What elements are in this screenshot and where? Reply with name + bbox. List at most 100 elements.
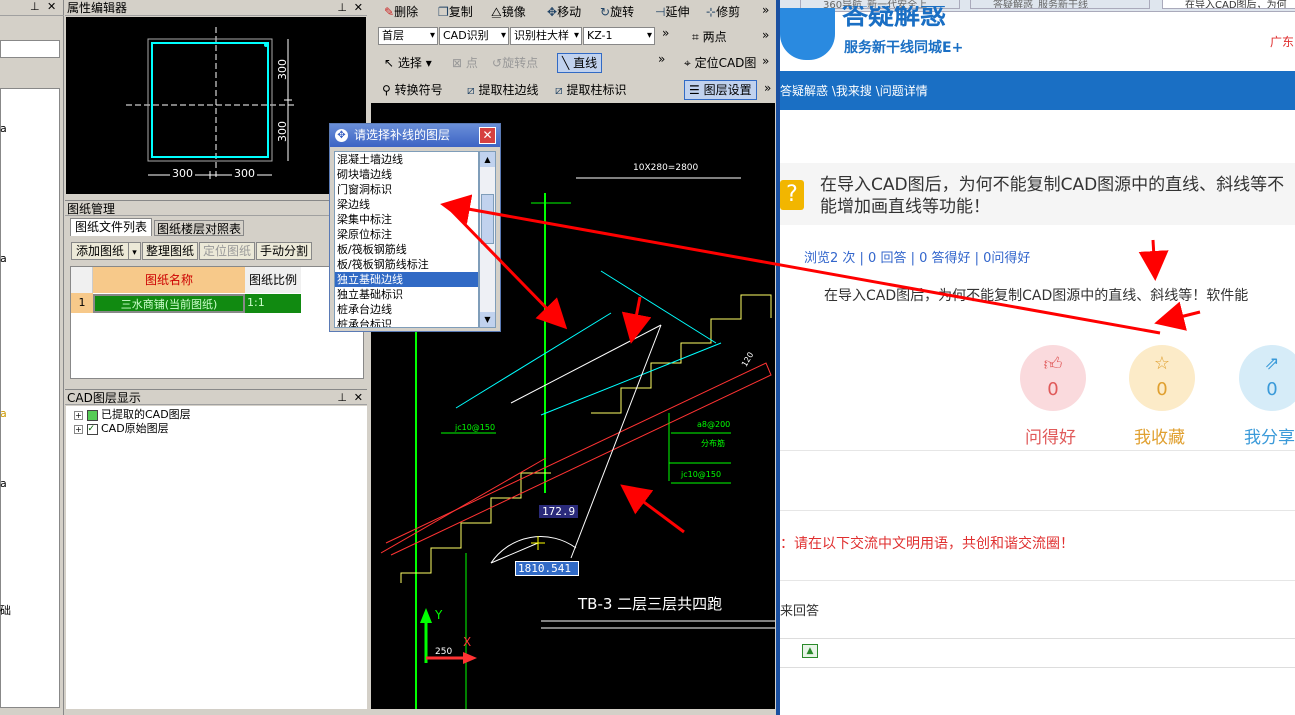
- list-item-selected[interactable]: 独立基础边线: [335, 272, 478, 287]
- tree-item-extracted[interactable]: + 已提取的CAD图层: [74, 408, 191, 422]
- tree-item-original[interactable]: + ✓ CAD原始图层: [74, 422, 169, 436]
- toolbar-overflow-icon[interactable]: »: [762, 27, 769, 43]
- toolbar-overflow-icon[interactable]: »: [662, 25, 669, 41]
- list-item[interactable]: 桩承台标识: [335, 317, 478, 327]
- list-item[interactable]: 板/筏板钢筋线标注: [335, 257, 478, 272]
- cursor-icon: ↖: [384, 56, 395, 70]
- kz-select[interactable]: KZ-1: [583, 27, 655, 45]
- ask-good-label[interactable]: 问得好: [1025, 423, 1076, 448]
- mirror-button[interactable]: ⧋镜像: [491, 4, 526, 20]
- pin-icon[interactable]: ⊥: [30, 0, 40, 13]
- line-button[interactable]: ╲ 直线: [557, 53, 603, 73]
- left-strip-char-1: a: [0, 122, 7, 135]
- trim-button[interactable]: ⊹修剪: [706, 4, 740, 20]
- favorite-button[interactable]: ☆ 0: [1129, 345, 1195, 411]
- favorite-label[interactable]: 我收藏: [1134, 423, 1185, 448]
- cad-hscroll[interactable]: [371, 709, 775, 715]
- tab-floor-map[interactable]: 图纸楼层对照表: [154, 220, 244, 236]
- expand-icon[interactable]: +: [74, 425, 83, 434]
- convert-symbol-button[interactable]: ⚲ 转换符号: [382, 82, 443, 98]
- rotate-button[interactable]: ↻旋转: [600, 4, 634, 20]
- checked-checkbox-icon[interactable]: ✓: [86, 423, 98, 435]
- list-item[interactable]: 梁边线: [335, 197, 478, 212]
- toolbar-overflow-icon[interactable]: »: [762, 2, 769, 18]
- floor-select[interactable]: 首层: [378, 27, 438, 45]
- add-drawing-button[interactable]: 添加图纸: [71, 242, 129, 260]
- scroll-down-icon[interactable]: ▼: [480, 312, 495, 327]
- table-header-scale[interactable]: 图纸比例: [245, 267, 301, 293]
- web-page: 360导航_新一代安全上 答疑解惑_服务新干线 在导入CAD图后，为何 答疑解惑…: [780, 0, 1295, 715]
- list-item[interactable]: 梁集中标注: [335, 212, 478, 227]
- table-row-name[interactable]: 三水商铺(当前图纸): [93, 294, 245, 313]
- cad-rebar-tag-4: jc10@150: [681, 470, 722, 479]
- layer-icon: ☰: [689, 83, 700, 97]
- extract-column-label-button[interactable]: ⧄ 提取柱标识: [555, 82, 626, 98]
- list-item[interactable]: 混凝土墙边线: [335, 152, 478, 167]
- table-row-scale[interactable]: 1:1: [245, 294, 301, 313]
- dialog-titlebar[interactable]: ✥ 请选择补线的图层 ✕: [330, 124, 500, 147]
- organize-drawing-button[interactable]: 整理图纸: [142, 242, 198, 260]
- manual-split-button[interactable]: 手动分割: [256, 242, 312, 260]
- rotate-point-icon: ↺: [492, 56, 503, 70]
- ask-good-button[interactable]: 👍︎ 0: [1020, 345, 1086, 411]
- close-icon[interactable]: ✕: [479, 127, 496, 144]
- tab-file-list[interactable]: 图纸文件列表: [70, 218, 152, 236]
- close-icon[interactable]: ✕: [354, 0, 363, 16]
- expand-icon[interactable]: +: [74, 411, 83, 420]
- toolbar-overflow-icon[interactable]: »: [658, 51, 665, 67]
- locate-drawing-button[interactable]: 定位图纸: [199, 242, 255, 260]
- region-label[interactable]: 广东: [1270, 33, 1294, 50]
- checkbox-icon[interactable]: [86, 409, 98, 421]
- question-body: 在导入CAD图后，为何不能复制CAD图源中的直线、斜线等！软件能: [824, 288, 1249, 304]
- image-insert-icon[interactable]: ▲: [802, 644, 818, 658]
- recog-column-select[interactable]: 识别柱大样: [510, 27, 582, 45]
- add-drawing-dropdown-button[interactable]: ▾: [128, 242, 141, 260]
- move-button[interactable]: ✥移动: [547, 4, 581, 20]
- list-item[interactable]: 砌块墙边线: [335, 167, 478, 182]
- pin-icon[interactable]: ⊥: [337, 390, 347, 406]
- close-icon[interactable]: ✕: [354, 390, 363, 406]
- section-divider: [780, 510, 1295, 511]
- question-title: 在导入CAD图后，为何不能复制CAD图源中的直线、斜线等不能增加画直线等功能！: [820, 175, 1285, 217]
- rotate-point-button[interactable]: ↺旋转点: [492, 55, 538, 71]
- drawing-mgmt-header: 图纸管理: [65, 200, 367, 216]
- length-input[interactable]: 1810.541: [515, 561, 579, 576]
- close-icon[interactable]: ✕: [47, 0, 56, 13]
- left-strip-field[interactable]: [0, 40, 60, 58]
- prop-editor-title: 属性编辑器: [67, 1, 128, 15]
- list-item[interactable]: 独立基础标识: [335, 287, 478, 302]
- left-strip-char-2: a: [0, 252, 7, 265]
- scroll-up-icon[interactable]: ▲: [480, 152, 495, 167]
- delete-button[interactable]: ✎删除: [384, 4, 418, 20]
- two-points-button[interactable]: ⌗ 两点: [692, 29, 727, 45]
- share-button[interactable]: ⇗ 0: [1239, 345, 1295, 411]
- share-label[interactable]: 我分享: [1244, 423, 1295, 448]
- list-item[interactable]: 板/筏板钢筋线: [335, 242, 478, 257]
- chevron-down-icon: ▾: [132, 248, 137, 258]
- copy-button[interactable]: ❐复制: [438, 4, 473, 20]
- select-button[interactable]: ↖ 选择 ▾: [384, 55, 432, 71]
- point-button[interactable]: ⊠ 点: [452, 55, 478, 71]
- layer-select-dialog: ✥ 请选择补线的图层 ✕ 混凝土墙边线 砌块墙边线 门窗洞标识 梁边线 梁集中标…: [329, 123, 501, 332]
- extend-button[interactable]: ⊣延伸: [655, 4, 689, 20]
- scroll-thumb[interactable]: [481, 194, 494, 244]
- browser-tab-3[interactable]: 在导入CAD图后，为何: [1162, 0, 1295, 9]
- locate-cad-button[interactable]: ⌖ 定位CAD图: [684, 55, 756, 71]
- toolbar-overflow-icon[interactable]: »: [764, 80, 771, 96]
- browser-tab-2[interactable]: 答疑解惑_服务新干线: [970, 0, 1150, 9]
- list-item[interactable]: 桩承台边线: [335, 302, 478, 317]
- pin-icon[interactable]: ⊥: [337, 0, 347, 16]
- listbox-scrollbar[interactable]: ▲ ▼: [479, 151, 496, 328]
- layer-listbox[interactable]: 混凝土墙边线 砌块墙边线 门窗洞标识 梁边线 梁集中标注 梁原位标注 板/筏板钢…: [334, 151, 479, 328]
- angle-input[interactable]: 172.9: [539, 505, 579, 518]
- extract-column-edge-button[interactable]: ⧄ 提取柱边线: [467, 82, 538, 98]
- cad-recog-select[interactable]: CAD识别: [439, 27, 509, 45]
- list-item[interactable]: 门窗洞标识: [335, 182, 478, 197]
- point-icon: ⊠: [452, 56, 463, 70]
- list-item[interactable]: 梁原位标注: [335, 227, 478, 242]
- table-header-name[interactable]: 图纸名称: [93, 267, 245, 293]
- section-divider: [780, 580, 1295, 581]
- layer-setting-button[interactable]: ☰ 图层设置: [684, 80, 757, 100]
- toolbar-overflow-icon[interactable]: »: [762, 53, 769, 69]
- breadcrumb[interactable]: 答疑解惑 \我来搜 \问题详情: [780, 82, 928, 99]
